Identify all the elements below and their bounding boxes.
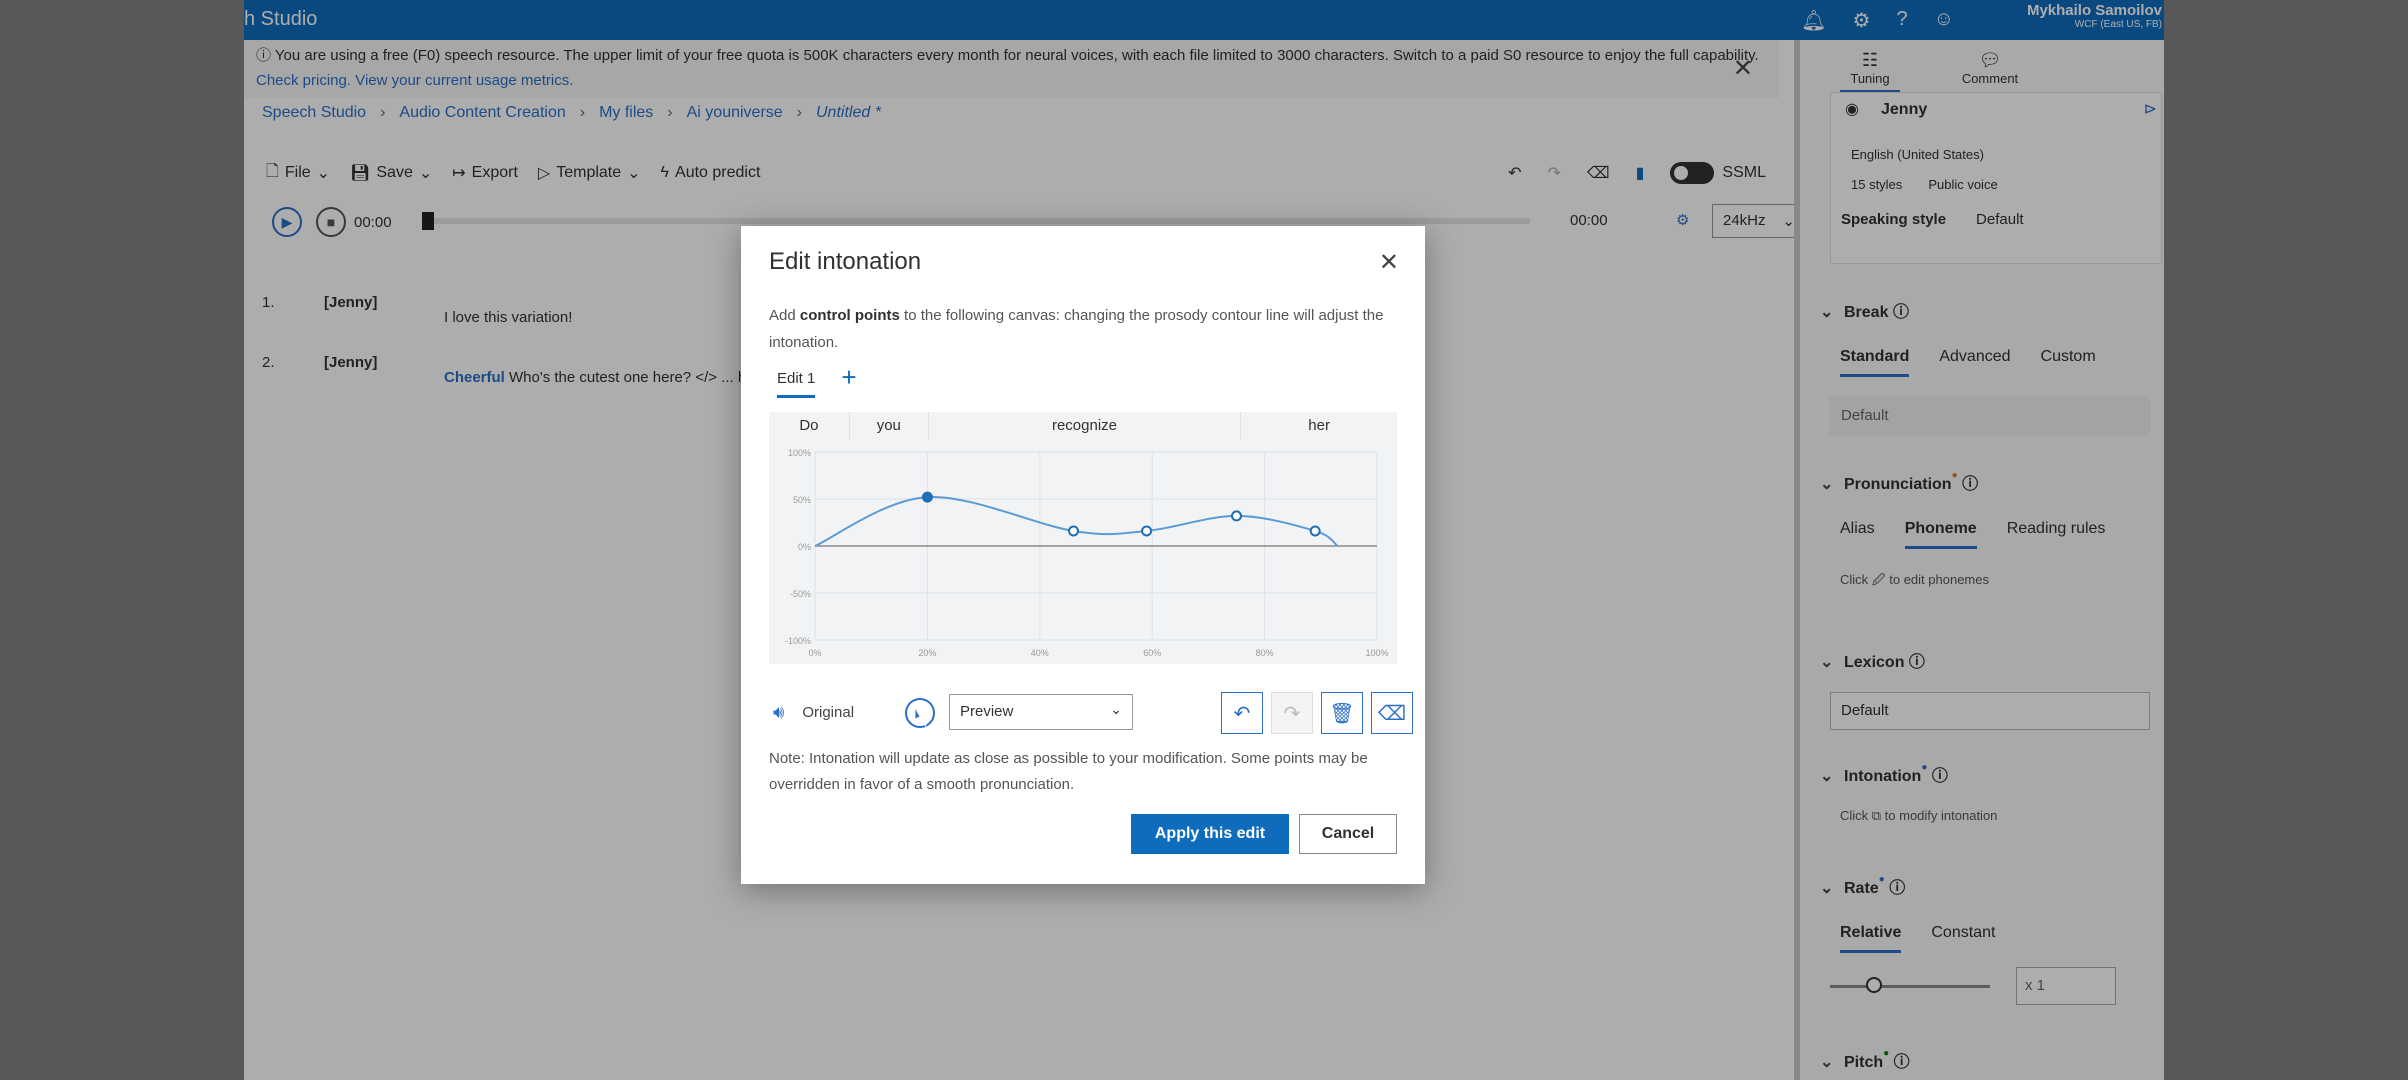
- word-cell: Do: [769, 412, 850, 440]
- preview-select[interactable]: Preview ⌄: [949, 694, 1133, 730]
- eraser-icon: ⌫: [1377, 702, 1407, 725]
- clear-button[interactable]: ⌫: [1371, 692, 1413, 734]
- y-tick-label: 0%: [798, 542, 811, 552]
- redo-button[interactable]: ↷: [1271, 692, 1313, 734]
- contour-plot[interactable]: 100% 50% 0% -50% -100% 0% 20% 40% 60% 80% 100%: [769, 440, 1397, 664]
- contour-line: [814, 496, 1339, 547]
- control-point[interactable]: [1068, 525, 1080, 537]
- trash-icon: 🗑︎: [1329, 702, 1355, 725]
- word-cell: recognize: [929, 412, 1242, 440]
- word-cell: her: [1308, 417, 1330, 434]
- control-point[interactable]: [1141, 525, 1153, 537]
- x-tick-label: 20%: [918, 648, 936, 658]
- word-row: Do you recognize her: [769, 412, 1397, 440]
- delete-button[interactable]: 🗑︎: [1321, 692, 1363, 734]
- close-icon[interactable]: ✕: [1379, 248, 1399, 277]
- intonation-controls: 🔊︎ Original ▶ Preview ⌄ ↶ ↷ 🗑︎ ⌫: [769, 688, 1413, 738]
- control-point[interactable]: [1309, 525, 1321, 537]
- add-tab-icon[interactable]: +: [841, 362, 856, 398]
- y-tick-label: 100%: [788, 448, 811, 458]
- word-cell: you: [850, 412, 929, 440]
- undo-icon: ↶: [1233, 702, 1251, 725]
- y-tick-label: -100%: [785, 636, 811, 646]
- undo-button[interactable]: ↶: [1221, 692, 1263, 734]
- control-point[interactable]: [921, 491, 933, 503]
- right-letterbox: [2164, 0, 2408, 1080]
- left-letterbox: [0, 0, 244, 1080]
- x-tick-label: 80%: [1256, 648, 1274, 658]
- edit-intonation-dialog: Edit intonation ✕ Add control points to …: [741, 226, 1425, 884]
- original-label: Original: [802, 704, 855, 721]
- dialog-title: Edit intonation: [769, 248, 922, 275]
- x-tick-label: 0%: [808, 648, 821, 658]
- original-audio-button[interactable]: 🔊︎ Original: [773, 702, 854, 723]
- x-tick-label: 60%: [1143, 648, 1161, 658]
- tab-edit-1[interactable]: Edit 1: [777, 370, 816, 398]
- x-tick-label: 40%: [1031, 648, 1049, 658]
- desc-bold: control points: [799, 307, 900, 324]
- desc-pre: Add: [769, 307, 800, 324]
- y-tick-label: -50%: [790, 589, 811, 599]
- dialog-note: Note: Intonation will update as close as…: [769, 750, 1368, 793]
- cancel-button[interactable]: Cancel: [1299, 814, 1397, 854]
- apply-edit-button[interactable]: Apply this edit: [1131, 814, 1289, 854]
- chevron-down-icon: ⌄: [1110, 701, 1122, 717]
- dialog-description: Add control points to the following canv…: [769, 302, 1389, 356]
- y-tick-label: 50%: [793, 495, 811, 505]
- intonation-canvas[interactable]: Do you recognize her 100% 50% 0% -50% -100% 0…: [769, 412, 1397, 664]
- preview-select-value: Preview: [960, 703, 1014, 720]
- redo-icon: ↷: [1283, 702, 1301, 725]
- control-point[interactable]: [1231, 510, 1242, 522]
- speaker-icon: 🔊︎: [773, 702, 785, 722]
- x-tick-label: 100%: [1365, 648, 1388, 658]
